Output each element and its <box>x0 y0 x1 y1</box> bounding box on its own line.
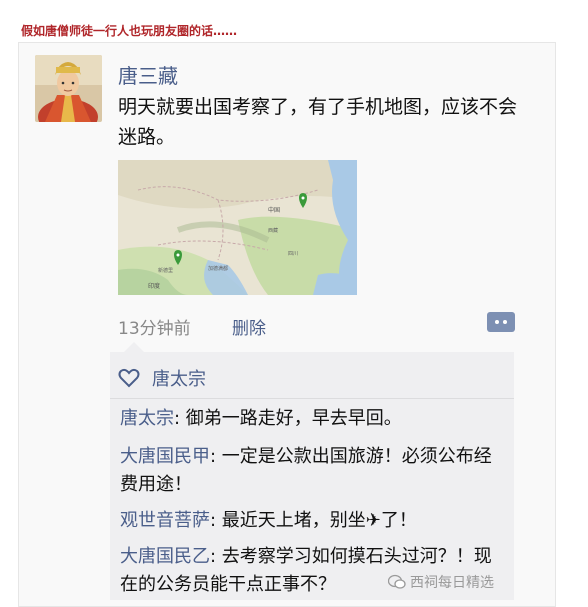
post-author-name[interactable]: 唐三藏 <box>118 60 178 89</box>
comment-author[interactable]: 唐太宗 <box>120 408 174 429</box>
comment-author[interactable]: 观世音菩萨 <box>120 510 210 531</box>
post-timestamp: 13分钟前 <box>118 319 191 339</box>
map-label-south-asia: 印度 <box>148 282 160 290</box>
map-label-delhi: 新德里 <box>158 267 173 274</box>
heart-icon <box>118 368 140 388</box>
map-label-region-b: 四川 <box>288 251 298 257</box>
comment-item: 唐太宗: 御弟一路走好，早去早回。 <box>120 405 508 433</box>
comment-item: 大唐国民甲: 一定是公款出国旅游！必须公布经费用途！ <box>120 443 508 499</box>
wechat-icon <box>388 574 406 589</box>
dot-icon <box>495 320 499 324</box>
post-text: 明天就要出国考察了，有了手机地图，应该不会迷路。 <box>118 96 518 148</box>
likes-caret <box>124 342 144 352</box>
map-label-kathmandu: 加德满都 <box>208 265 228 272</box>
comment-text: : 御弟一路走好，早去早回。 <box>174 408 402 429</box>
divider <box>110 398 514 399</box>
comment-item: 观世音菩萨: 最近天上堵，别坐✈了！ <box>120 507 508 535</box>
map-label-region-a: 西藏 <box>268 227 278 234</box>
dot-icon <box>503 320 507 324</box>
map-label-china: 中国 <box>268 206 280 214</box>
delete-link[interactable]: 删除 <box>232 314 266 339</box>
article-headline: 假如唐僧师徒一行人也玩朋友圈的话…… <box>21 24 238 38</box>
like-user-name[interactable]: 唐太宗 <box>152 365 206 391</box>
map-image[interactable]: 中国 西藏 加德满都 新德里 印度 四川 <box>118 160 357 295</box>
comment-author[interactable]: 大唐国民甲 <box>120 446 210 467</box>
avatar[interactable] <box>35 55 102 122</box>
watermark: 西祠每日精选 <box>388 572 494 592</box>
comment-menu-button[interactable] <box>487 312 515 332</box>
watermark-text: 西祠每日精选 <box>410 575 494 591</box>
likes-row: 唐太宗 <box>118 364 206 392</box>
comment-text: : 最近天上堵，别坐✈了！ <box>210 510 417 531</box>
comment-author[interactable]: 大唐国民乙 <box>120 546 210 567</box>
